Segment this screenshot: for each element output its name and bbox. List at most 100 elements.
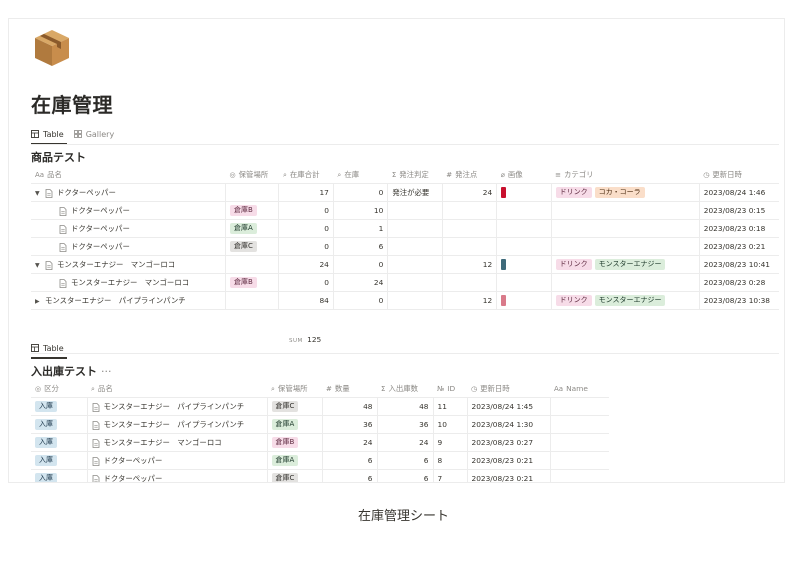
cell-total[interactable]: 84 (278, 291, 334, 310)
cell-stock[interactable]: 1 (333, 219, 389, 238)
cell-kind[interactable]: 入庫 (31, 415, 88, 434)
cell-image[interactable] (496, 273, 552, 292)
cell-point[interactable] (442, 237, 498, 256)
toggle-icon[interactable]: ▼ (35, 190, 45, 197)
cell-location[interactable]: 倉庫B (225, 273, 280, 292)
product-image-thumb[interactable] (501, 295, 507, 306)
cell-image[interactable] (496, 237, 552, 256)
column-header[interactable]: ◷ 更新日時 (699, 165, 779, 184)
cell-name[interactable]: モンスターエナジー パイプラインパンチ (87, 415, 268, 434)
column-header[interactable]: Aa 品名 (31, 165, 226, 184)
tab-table[interactable]: Table (31, 130, 64, 139)
db1-title[interactable]: 商品テスト (31, 149, 86, 165)
column-header[interactable]: # 数量 (322, 379, 377, 398)
column-header[interactable]: ⌕ 品名 (87, 379, 267, 398)
product-image-thumb[interactable] (501, 187, 507, 198)
column-header[interactable]: ⌕ 在庫合計 (278, 165, 334, 184)
table-row[interactable]: ▶ モンスターエナジー パイプラインパンチ 84 0 12 ドリンク モンスターエナジー 20… (31, 291, 779, 310)
table-row[interactable]: 入庫 ドクターペッパー 倉庫A 6 6 8 2023/08/23 0:21 (31, 451, 609, 470)
cell-name-prop[interactable] (550, 397, 609, 416)
table-row[interactable]: ▼ モンスターエナジー マンゴーロコ 24 0 12 ドリンク モンスターエナジー 2023/… (31, 255, 779, 274)
column-header[interactable]: Σ 入出庫数 (377, 379, 433, 398)
cell-name[interactable]: モンスターエナジー マンゴーロコ (31, 273, 227, 292)
column-header[interactable]: ≡ カテゴリ (551, 165, 700, 184)
cell-point[interactable] (442, 219, 498, 238)
table-row[interactable]: ▼ ドクターペッパー 17 0 発注が必要 24 ドリンク コカ・コーラ 2023/08/24 … (31, 183, 779, 202)
table-row[interactable]: 入庫 モンスターエナジー パイプラインパンチ 倉庫A 36 36 10 2023/08/24… (31, 415, 609, 434)
cell-category[interactable] (551, 219, 700, 238)
column-header[interactable]: Σ 発注判定 (387, 165, 443, 184)
more-options-icon[interactable]: ··· (101, 365, 112, 378)
cell-category[interactable] (551, 273, 700, 292)
cell-qty[interactable]: 48 (322, 397, 378, 416)
cell-name[interactable]: モンスターエナジー パイプラインパンチ (87, 397, 268, 416)
cell-io[interactable]: 24 (377, 433, 434, 452)
cell-total[interactable]: 0 (278, 237, 334, 256)
cell-stock[interactable]: 0 (333, 183, 389, 202)
cell-point[interactable] (442, 201, 498, 220)
table-row[interactable]: 入庫 モンスターエナジー パイプラインパンチ 倉庫C 48 48 11 2023/08/24… (31, 397, 609, 416)
cell-category[interactable]: ドリンク モンスターエナジー (551, 255, 700, 274)
table-row[interactable]: 入庫 ドクターペッパー 倉庫C 6 6 7 2023/08/23 0:21 (31, 469, 609, 482)
cell-qty[interactable]: 6 (322, 451, 378, 470)
cell-judge[interactable] (387, 201, 443, 220)
cell-point[interactable] (442, 273, 498, 292)
cell-location[interactable]: 倉庫A (225, 219, 280, 238)
table-row[interactable]: 入庫 モンスターエナジー マンゴーロコ 倉庫B 24 24 9 2023/08/23 0:2… (31, 433, 609, 452)
tab-gallery[interactable]: Gallery (73, 130, 114, 139)
cell-io[interactable]: 6 (377, 469, 434, 482)
cell-qty[interactable]: 24 (322, 433, 378, 452)
cell-total[interactable]: 0 (278, 201, 334, 220)
db2-title[interactable]: 入出庫テスト (31, 365, 97, 378)
toggle-icon[interactable]: ▶ (35, 298, 45, 305)
cell-kind[interactable]: 入庫 (31, 451, 88, 470)
column-header[interactable]: ◎ 保管場所 (225, 165, 279, 184)
cell-image[interactable] (496, 255, 552, 274)
cell-image[interactable] (496, 219, 552, 238)
cell-name[interactable]: ドクターペッパー (87, 451, 268, 470)
table-row[interactable]: モンスターエナジー マンゴーロコ 倉庫B 0 24 2023/08/23 0:28 (31, 273, 779, 292)
cell-location[interactable]: 倉庫C (267, 397, 323, 416)
cell-point[interactable]: 12 (442, 291, 498, 310)
cell-name[interactable]: ドクターペッパー (87, 469, 268, 482)
cell-location[interactable]: 倉庫B (225, 201, 280, 220)
cell-image[interactable] (496, 291, 552, 310)
cell-qty[interactable]: 36 (322, 415, 378, 434)
cell-point[interactable]: 12 (442, 255, 498, 274)
cell-location[interactable]: 倉庫C (267, 469, 323, 482)
cell-name[interactable]: ▶ モンスターエナジー パイプラインパンチ (31, 291, 227, 310)
cell-judge[interactable] (387, 219, 443, 238)
cell-kind[interactable]: 入庫 (31, 469, 88, 482)
db2-tab-table[interactable]: Table (31, 344, 64, 353)
cell-category[interactable]: ドリンク コカ・コーラ (551, 183, 700, 202)
cell-name[interactable]: ドクターペッパー (31, 201, 227, 220)
cell-judge[interactable] (387, 237, 443, 256)
column-header[interactable]: ⌕ 保管場所 (267, 379, 322, 398)
cell-stock[interactable]: 6 (333, 237, 389, 256)
cell-judge[interactable] (387, 291, 443, 310)
cell-io[interactable]: 36 (377, 415, 434, 434)
cell-stock[interactable]: 10 (333, 201, 389, 220)
cell-point[interactable]: 24 (442, 183, 498, 202)
column-header[interactable]: ◷ 更新日時 (467, 379, 550, 398)
cell-stock[interactable]: 24 (333, 273, 389, 292)
cell-stock[interactable]: 0 (333, 291, 389, 310)
column-header[interactable]: ⌕ 在庫 (333, 165, 388, 184)
cell-image[interactable] (496, 201, 552, 220)
cell-name-prop[interactable] (550, 451, 609, 470)
package-icon[interactable] (31, 27, 73, 69)
cell-total[interactable]: 24 (278, 255, 334, 274)
cell-location[interactable]: 倉庫C (225, 237, 280, 256)
column-header[interactable]: ◎ 区分 (31, 379, 87, 398)
cell-image[interactable] (496, 183, 552, 202)
cell-name[interactable]: モンスターエナジー マンゴーロコ (87, 433, 268, 452)
column-header[interactable]: Aa Name (550, 379, 609, 398)
cell-total[interactable]: 0 (278, 219, 334, 238)
cell-judge[interactable]: 発注が必要 (387, 183, 443, 202)
cell-category[interactable]: ドリンク モンスターエナジー (551, 291, 700, 310)
cell-name[interactable]: ドクターペッパー (31, 219, 227, 238)
column-header[interactable]: № ID (433, 379, 467, 398)
table-row[interactable]: ドクターペッパー 倉庫A 0 1 2023/08/23 0:18 (31, 219, 779, 238)
toggle-icon[interactable]: ▼ (35, 262, 45, 269)
cell-name[interactable]: ▼ モンスターエナジー マンゴーロコ (31, 255, 227, 274)
